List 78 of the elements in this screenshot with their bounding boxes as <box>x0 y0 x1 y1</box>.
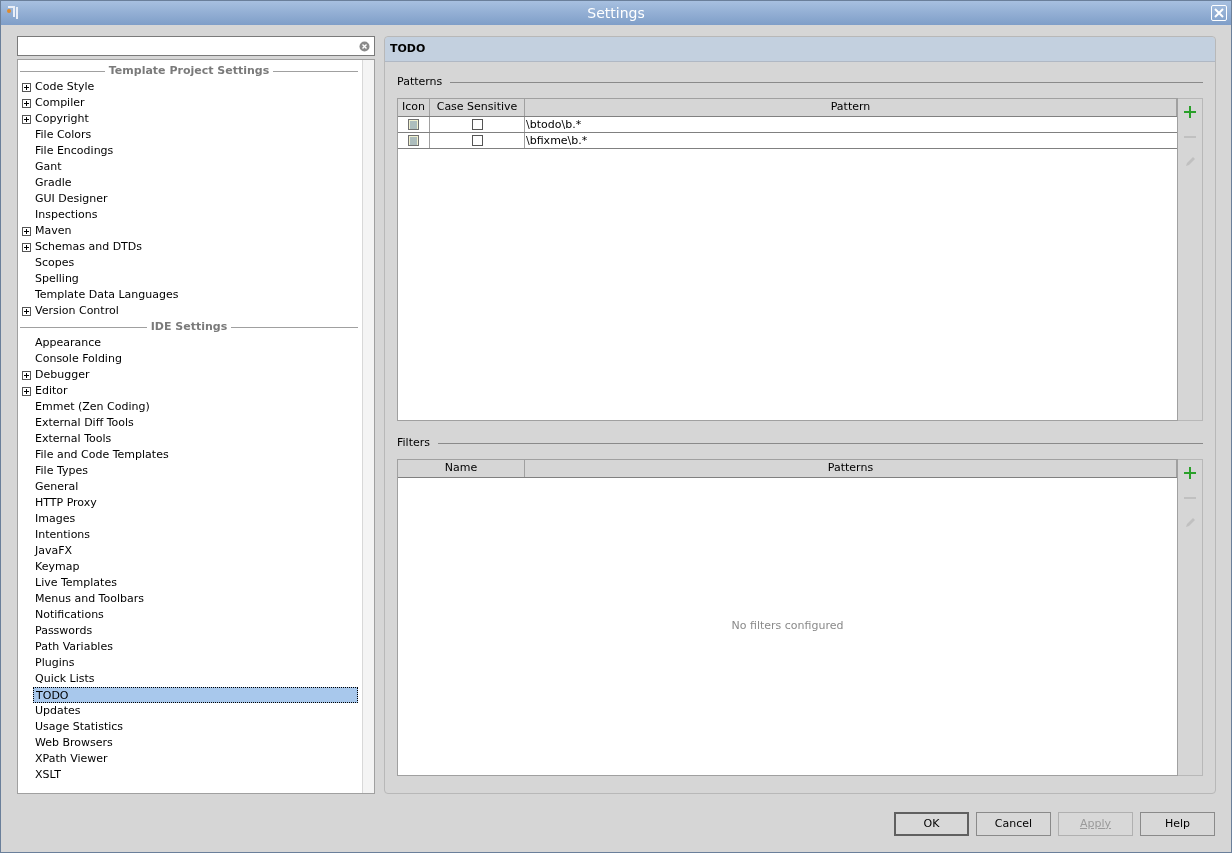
tree-item[interactable]: Code Style <box>33 79 97 95</box>
expand-icon[interactable] <box>22 82 31 92</box>
expand-icon[interactable] <box>22 242 31 252</box>
dialog-button[interactable]: Cancel <box>976 812 1051 836</box>
case-sensitive-checkbox[interactable] <box>471 119 483 130</box>
tree-item[interactable]: Emmet (Zen Coding) <box>33 399 152 415</box>
document-icon <box>408 119 419 130</box>
tree-item[interactable]: Template Data Languages <box>33 287 181 303</box>
tree-item[interactable]: Gant <box>33 159 64 175</box>
table-cell-text: \bfixme\b.* <box>525 133 589 148</box>
tree-item[interactable]: File Colors <box>33 127 94 143</box>
tree-item[interactable]: External Tools <box>33 431 114 447</box>
tree-item[interactable]: Debugger <box>33 367 92 383</box>
tree-item[interactable]: Compiler <box>33 95 87 111</box>
tree-item[interactable]: Quick Lists <box>33 671 97 687</box>
expand-icon[interactable] <box>22 226 31 236</box>
panel-title: TODO <box>390 40 426 57</box>
patterns-label: Patterns <box>397 73 443 90</box>
tree-item[interactable]: File and Code Templates <box>33 447 171 463</box>
case-sensitive-checkbox[interactable] <box>471 135 483 146</box>
tree-item[interactable]: GUI Designer <box>33 191 110 207</box>
tree-item[interactable]: Updates <box>33 703 83 719</box>
tree-item[interactable]: Menus and Toolbars <box>33 591 146 607</box>
tree-item[interactable]: Scopes <box>33 255 77 271</box>
section-header: IDE Settings <box>150 318 228 335</box>
tree-item[interactable]: File Types <box>33 463 90 479</box>
column-header[interactable]: Patterns <box>525 460 1177 477</box>
tree-item[interactable]: Console Folding <box>33 351 124 367</box>
tree-item[interactable]: Appearance <box>33 335 104 351</box>
tree-item[interactable]: Maven <box>33 223 74 239</box>
app-logo-icon <box>5 5 21 21</box>
filters-label: Filters <box>397 434 430 451</box>
expand-icon[interactable] <box>22 386 31 396</box>
column-header[interactable]: Icon <box>398 99 430 116</box>
tree-item[interactable]: HTTP Proxy <box>33 495 99 511</box>
tree-item[interactable]: General <box>33 479 81 495</box>
tree-item[interactable]: Inspections <box>33 207 100 223</box>
add-icon <box>1184 466 1196 479</box>
column-header[interactable]: Name <box>398 460 525 477</box>
dialog-button[interactable]: OK <box>894 812 969 836</box>
table-cell-text: \btodo\b.* <box>525 117 583 132</box>
dialog-button[interactable]: Help <box>1140 812 1215 836</box>
expand-icon[interactable] <box>22 114 31 124</box>
tree-item[interactable]: XSLT <box>33 767 63 783</box>
tree-item[interactable]: XPath Viewer <box>33 751 110 767</box>
tree-item[interactable]: Passwords <box>33 623 95 639</box>
tree-item[interactable]: Copyright <box>33 111 91 127</box>
clear-icon <box>359 40 370 52</box>
tree-item[interactable]: Version Control <box>33 303 121 319</box>
tree-item[interactable]: TODO <box>33 687 358 703</box>
tree-item[interactable]: Schemas and DTDs <box>33 239 145 255</box>
tree-item[interactable]: Keymap <box>33 559 82 575</box>
add-icon <box>1184 105 1196 118</box>
column-header[interactable]: Case Sensitive <box>430 99 525 116</box>
tree-item[interactable]: Editor <box>33 383 70 399</box>
tree-item[interactable]: Path Variables <box>33 639 115 655</box>
empty-message: No filters configured <box>731 618 844 635</box>
tree-item[interactable]: Web Browsers <box>33 735 115 751</box>
tree-item[interactable]: Spelling <box>33 271 81 287</box>
window-title: Settings <box>586 3 646 23</box>
tree-item[interactable]: Usage Statistics <box>33 719 126 735</box>
tree-item[interactable]: Notifications <box>33 607 106 623</box>
tree-item[interactable]: Gradle <box>33 175 74 191</box>
column-header[interactable]: Pattern <box>525 99 1177 116</box>
tree-item[interactable]: Live Templates <box>33 575 119 591</box>
tree-item[interactable]: JavaFX <box>33 543 75 559</box>
section-header: Template Project Settings <box>108 62 270 79</box>
search-field[interactable] <box>17 36 375 56</box>
expand-icon[interactable] <box>22 98 31 108</box>
document-icon <box>408 135 419 146</box>
expand-icon[interactable] <box>22 306 31 316</box>
expand-icon[interactable] <box>22 370 31 380</box>
tree-item[interactable]: Images <box>33 511 78 527</box>
tree-item[interactable]: External Diff Tools <box>33 415 136 431</box>
tree-item[interactable]: File Encodings <box>33 143 116 159</box>
close-icon <box>1214 8 1224 18</box>
tree-item[interactable]: Intentions <box>33 527 93 543</box>
tree-item[interactable]: Plugins <box>33 655 77 671</box>
